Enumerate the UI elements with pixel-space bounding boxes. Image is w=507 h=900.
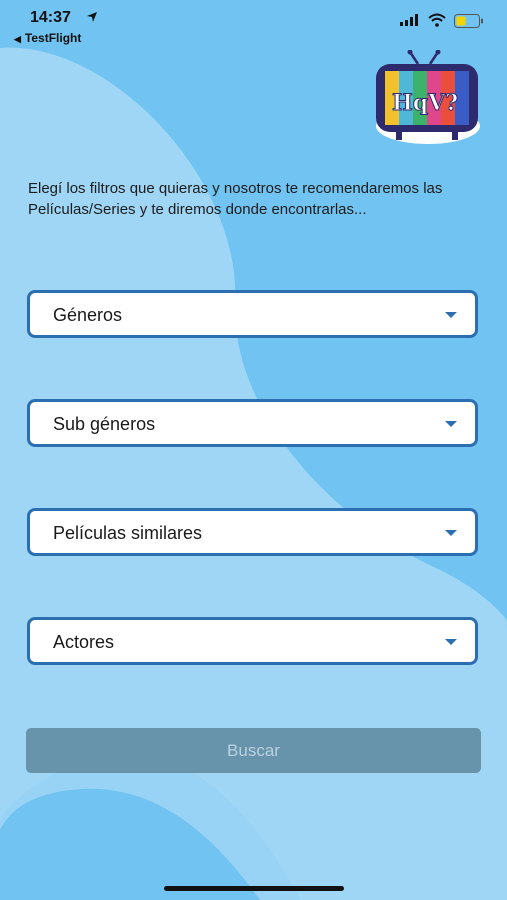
hqv-tv-logo: HqV? — [376, 50, 480, 144]
status-time: 14:37 — [30, 9, 71, 26]
home-indicator[interactable] — [164, 886, 344, 891]
generos-dropdown[interactable]: Géneros — [27, 290, 478, 338]
svg-text:HqV?: HqV? — [392, 90, 458, 116]
location-arrow-icon — [87, 12, 97, 22]
peliculas-similares-label: Películas similares — [53, 523, 203, 543]
chevron-down-icon — [445, 530, 457, 536]
peliculas-similares-dropdown[interactable]: Películas similares — [27, 508, 478, 556]
chevron-down-icon — [445, 312, 457, 318]
actores-dropdown[interactable]: Actores — [27, 617, 478, 665]
actores-label: Actores — [53, 632, 115, 652]
status-bar: 14:37 ◀ TestFlight — [0, 0, 507, 48]
cellular-signal-icon — [400, 14, 418, 26]
back-to-app-link[interactable]: ◀ TestFlight — [14, 31, 81, 45]
back-app-label: TestFlight — [24, 31, 82, 45]
battery-icon — [454, 14, 483, 28]
subgeneros-label: Sub géneros — [53, 414, 156, 434]
back-triangle-icon: ◀ — [14, 34, 21, 44]
chevron-down-icon — [445, 421, 457, 427]
subgeneros-dropdown[interactable]: Sub géneros — [27, 399, 478, 447]
buscar-button[interactable]: Buscar — [26, 728, 481, 773]
generos-label: Géneros — [53, 305, 123, 325]
chevron-down-icon — [445, 639, 457, 645]
intro-text: Elegí los filtros que quieras y nosotros… — [28, 180, 443, 218]
wifi-icon — [428, 13, 446, 27]
